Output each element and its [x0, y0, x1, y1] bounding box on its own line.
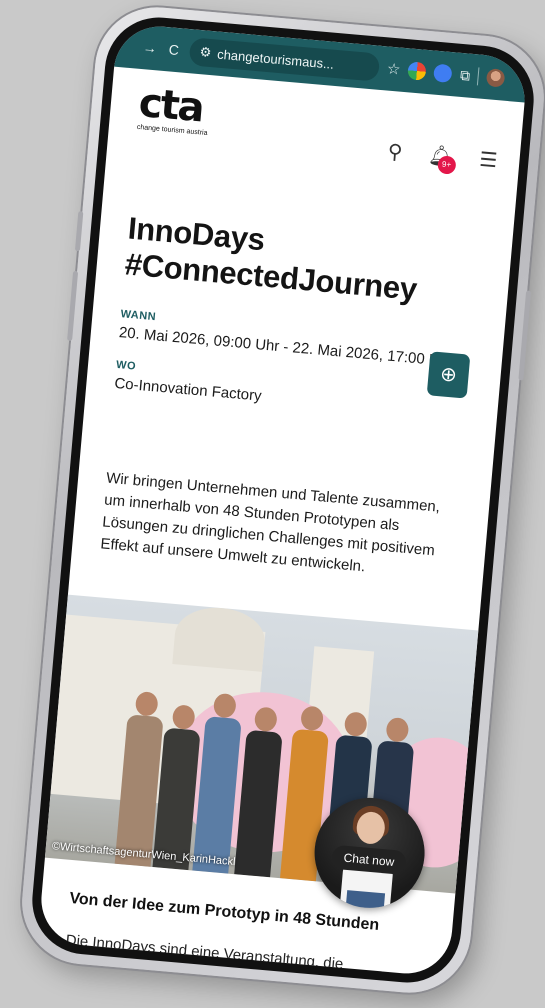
header-icons: ⚲ 🔔︎ 9+ ☰ — [387, 139, 499, 175]
event-details: InnoDays #ConnectedJourney WANN 20. Mai … — [72, 208, 513, 589]
reload-icon[interactable]: C — [165, 41, 182, 58]
event-title: InnoDays #ConnectedJourney — [123, 210, 419, 307]
extension-icon[interactable] — [407, 61, 428, 81]
phone-side-button — [67, 270, 79, 342]
forward-icon[interactable]: → — [141, 39, 158, 56]
phone-frame: → C ⚙ changetourismaus... ☆ ⧉ cta change… — [17, 2, 545, 998]
menu-icon[interactable]: ☰ — [478, 147, 498, 173]
toolbar-divider — [477, 67, 480, 86]
notification-bell[interactable]: 🔔︎ 9+ — [427, 142, 457, 175]
bookmark-star-icon[interactable]: ☆ — [386, 59, 401, 78]
search-icon[interactable]: ⚲ — [387, 139, 404, 165]
phone-screen: → C ⚙ changetourismaus... ☆ ⧉ cta change… — [37, 22, 529, 978]
address-bar-url: changetourismaus... — [216, 46, 335, 72]
notification-badge: 9+ — [436, 155, 457, 175]
globe-icon: ⊕ — [439, 363, 458, 387]
site-settings-icon[interactable]: ⚙ — [199, 44, 212, 61]
puzzle-extensions-icon[interactable]: ⧉ — [459, 66, 471, 84]
phone-bezel: → C ⚙ changetourismaus... ☆ ⧉ cta change… — [27, 13, 539, 987]
section-body: Die InnoDays sind eine Veranstaltung, di… — [61, 931, 394, 978]
logo-mark: cta — [137, 80, 205, 132]
site-logo[interactable]: cta change tourism austria — [137, 80, 212, 137]
event-description: Wir bringen Unternehmen und Talente zusa… — [99, 469, 441, 576]
globe-button[interactable]: ⊕ — [426, 351, 471, 399]
extension-icon[interactable] — [433, 63, 453, 84]
phone-side-button — [74, 211, 84, 252]
profile-avatar[interactable] — [486, 68, 506, 88]
phone-side-button — [518, 290, 532, 381]
photo-church-dome — [172, 604, 268, 672]
